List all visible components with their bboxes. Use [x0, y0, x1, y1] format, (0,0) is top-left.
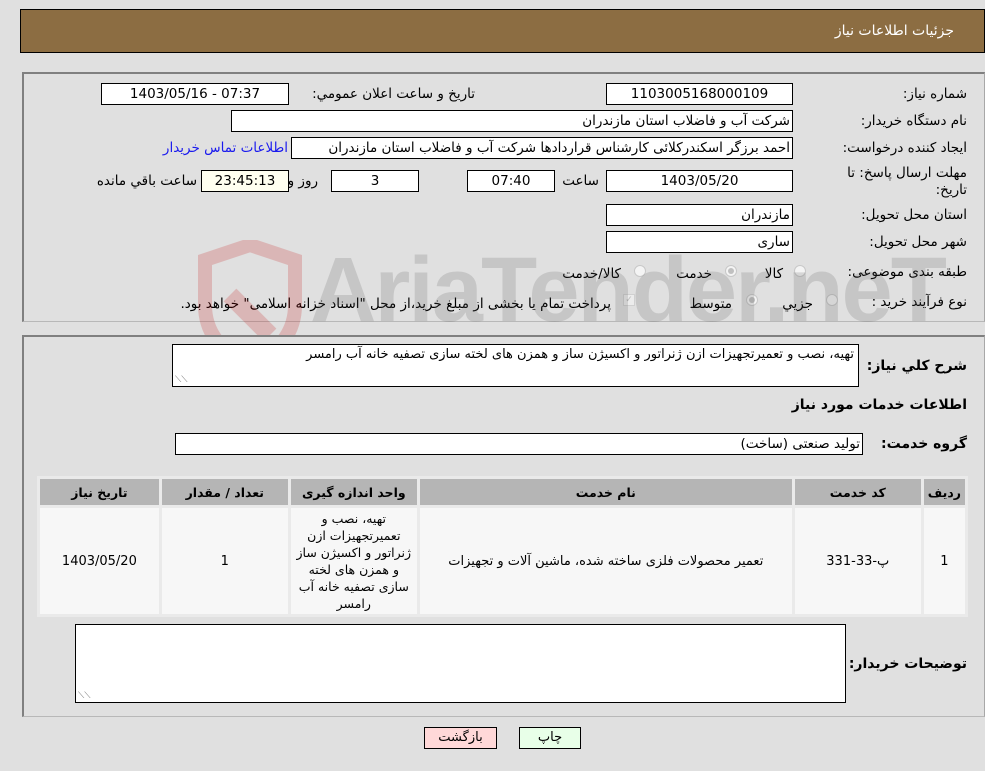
col-header-service-code: کد خدمت [794, 479, 921, 505]
announce-datetime-field: 1403/05/16 - 07:37 [101, 83, 289, 105]
table-header-row: ردیف کد خدمت نام خدمت واحد اندازه گیری ت… [40, 479, 965, 505]
buyer-org-field: شرکت آب و فاضلاب استان مازندران [231, 110, 793, 132]
service-group-label: گروه خدمت: [881, 436, 967, 452]
purchase-type-radio-medium[interactable] [746, 294, 758, 306]
col-header-unit: واحد اندازه گیری [290, 479, 417, 505]
province-field: مازندران [606, 204, 793, 226]
cell-need-date: 1403/05/20 [40, 508, 159, 614]
page-title: جزئیات اطلاعات نیاز [834, 23, 954, 39]
deadline-date-field: 1403/05/20 [606, 170, 793, 192]
category-radio-goods-service[interactable] [634, 265, 646, 277]
deadline-time-field: 07:40 [467, 170, 555, 192]
cell-row-number: 1 [923, 508, 965, 614]
col-header-need-date: تاریخ نیاز [40, 479, 159, 505]
services-table-wrapper: ردیف کد خدمت نام خدمت واحد اندازه گیری ت… [37, 476, 968, 617]
purchase-type-label: نوع فرآیند خرید : [871, 294, 967, 310]
page-header: جزئیات اطلاعات نیاز [20, 9, 985, 53]
deadline-label: مهلت ارسال پاسخ: تا تاریخ: [847, 165, 967, 198]
category-option-goods-service: کالا/خدمت [562, 266, 621, 282]
col-header-quantity: تعداد / مقدار [161, 479, 288, 505]
cell-service-name: تعمیر محصولات فلزی ساخته شده، ماشین آلات… [419, 508, 792, 614]
cell-unit: تهیه، نصب و تعمیرتجهیزات ازن ژنراتور و ا… [290, 508, 417, 614]
time-remaining-label: ساعت باقي مانده [96, 173, 197, 189]
category-label: طبقه بندی موضوعی: [847, 264, 967, 280]
need-number-label: شماره نیاز: [902, 86, 967, 102]
description-label: شرح کلي نياز: [866, 358, 967, 374]
city-field: ساری [606, 231, 793, 253]
treasury-note: پرداخت تمام یا بخشی از مبلغ خرید،از محل … [180, 296, 611, 312]
table-row: 1 پ-33-331 تعمیر محصولات فلزی ساخته شده،… [40, 508, 965, 614]
category-option-goods: کالا [764, 266, 783, 282]
deadline-time-label: ساعت [562, 173, 599, 189]
treasury-checkbox[interactable]: ✓ [623, 294, 635, 306]
purchase-type-option-minor: جزيي [782, 296, 813, 312]
description-textarea[interactable]: تهیه، نصب و تعمیرتجهیزات ازن ژنراتور و ا… [172, 344, 859, 387]
purchase-type-radio-minor[interactable] [826, 294, 838, 306]
services-section-title: اطلاعات خدمات مورد نياز [791, 397, 967, 413]
resize-grip-icon[interactable]: ⟋⟋ [175, 375, 188, 385]
services-table: ردیف کد خدمت نام خدمت واحد اندازه گیری ت… [37, 476, 968, 617]
service-group-field: تولید صنعتی (ساخت) [175, 433, 863, 455]
print-button[interactable]: چاپ [519, 727, 581, 749]
need-number-field: 1103005168000109 [606, 83, 793, 105]
category-radio-service[interactable] [725, 265, 737, 277]
days-remaining-field: 3 [331, 170, 419, 192]
category-option-service: خدمت [676, 266, 712, 282]
cell-service-code: پ-33-331 [794, 508, 921, 614]
purchase-type-option-medium: متوسط [689, 296, 732, 312]
days-label: روز و [287, 173, 318, 189]
buyer-contact-link[interactable]: اطلاعات تماس خریدار [163, 140, 288, 156]
back-button[interactable]: بازگشت [424, 727, 497, 749]
cell-quantity: 1 [161, 508, 288, 614]
col-header-row-number: ردیف [923, 479, 965, 505]
requester-label: ایجاد کننده درخواست: [842, 140, 967, 156]
description-text: تهیه، نصب و تعمیرتجهیزات ازن ژنراتور و ا… [306, 347, 854, 362]
requester-field: احمد برزگر اسکندرکلائی کارشناس قراردادها… [291, 137, 793, 159]
category-radio-goods[interactable] [794, 265, 806, 277]
city-label: شهر محل تحویل: [869, 234, 967, 250]
buyer-org-label: نام دستگاه خریدار: [860, 113, 967, 129]
time-remaining-field: 23:45:13 [201, 170, 289, 192]
col-header-service-name: نام خدمت [419, 479, 792, 505]
announce-datetime-label: تاریخ و ساعت اعلان عمومي: [312, 86, 475, 102]
buyer-notes-label: توضیحات خریدار: [848, 656, 967, 672]
province-label: استان محل تحویل: [861, 207, 967, 223]
resize-grip-icon[interactable]: ⟋⟋ [78, 691, 91, 701]
buyer-notes-textarea[interactable]: ⟋⟋ [75, 624, 846, 703]
